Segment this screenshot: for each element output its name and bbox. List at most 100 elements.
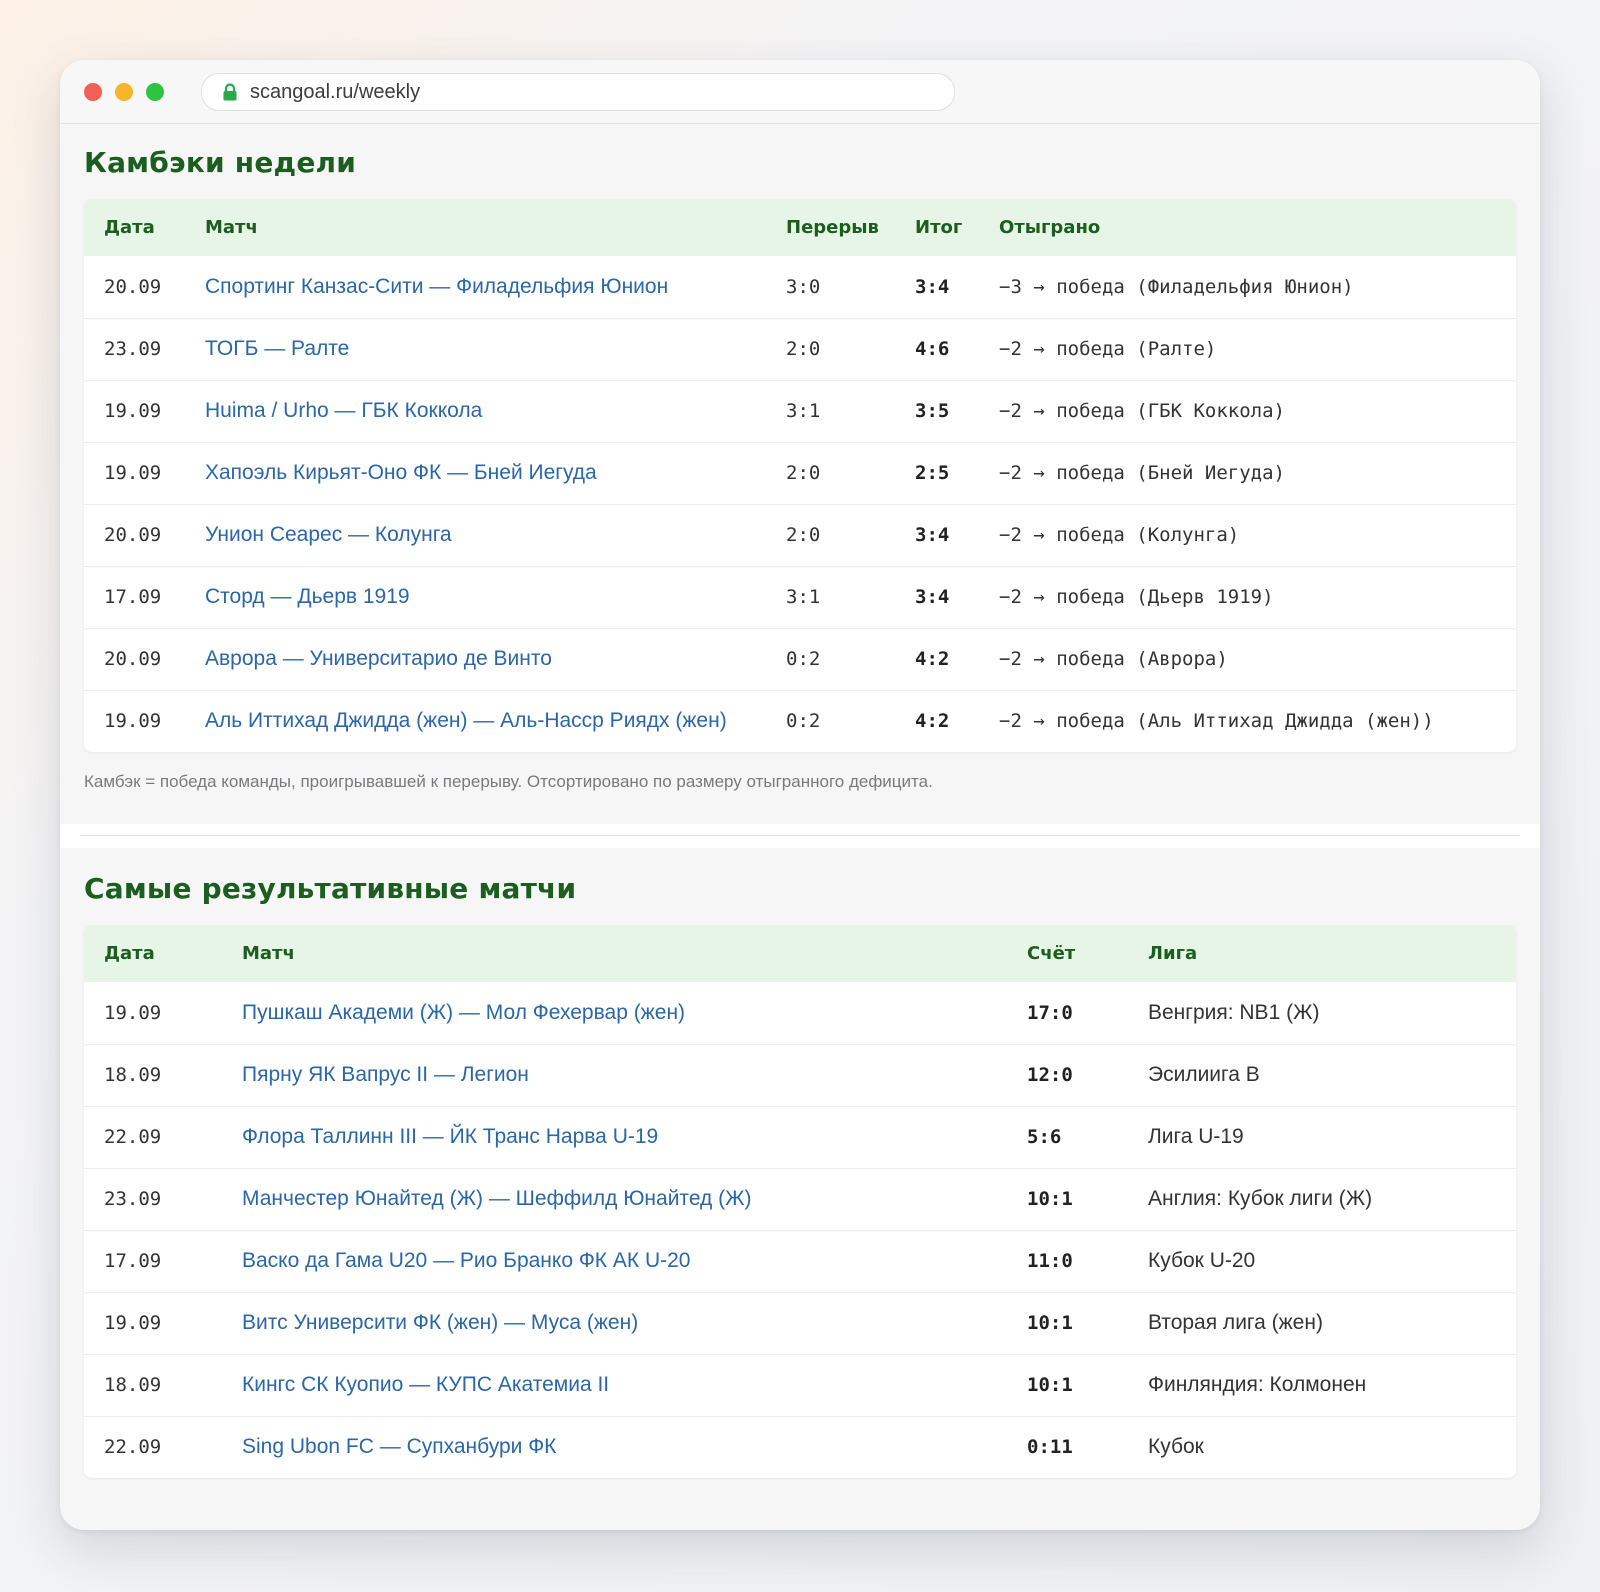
match-link[interactable]: Спортинг Канзас-Сити — Филадельфия Юнион [205, 275, 668, 298]
halftime-score: 0:2 [786, 648, 821, 670]
match-link[interactable]: Sing Ubon FC — Супханбури ФК [242, 1435, 556, 1458]
league-name: Венгрия: NB1 (Ж) [1148, 1000, 1320, 1024]
table-row: 17.09 Васко да Гама U20 — Рио Бранко ФК … [84, 1230, 1516, 1292]
table-row: 18.09 Кингс СК Куопио — КУПС Акатемиа II… [84, 1354, 1516, 1416]
comebacks-section: Камбэки недели Дата Матч Перерыв Итог От… [60, 124, 1540, 824]
final-score: 3:4 [915, 524, 950, 546]
final-score: 3:4 [915, 586, 950, 608]
match-date: 18.09 [104, 1374, 162, 1396]
comeback-summary: −3 → победа (Филадельфия Юнион) [999, 275, 1354, 298]
final-score: 2:5 [915, 462, 950, 484]
comebacks-footnote: Камбэк = победа команды, проигрывавшей к… [84, 772, 933, 791]
table-row: 17.09 Сторд — Дьерв 1919 3:1 3:4 −2 → по… [84, 566, 1516, 628]
match-link[interactable]: Аврора — Университарио де Винто [205, 647, 552, 670]
table-row: 19.09 Аль Иттихад Джидда (жен) — Аль-Нас… [84, 690, 1516, 752]
browser-window: scangoal.ru/weekly Камбэки недели Дата М… [60, 60, 1540, 1530]
match-link[interactable]: Пярну ЯК Вапрус II — Легион [242, 1063, 529, 1086]
match-link[interactable]: Витс Университи ФК (жен) — Муса (жен) [242, 1311, 638, 1334]
close-window-button[interactable] [84, 83, 102, 101]
match-score: 17:0 [1027, 1001, 1073, 1024]
league-name: Кубок [1148, 1435, 1204, 1459]
section-divider [60, 824, 1540, 848]
table-row: 22.09 Sing Ubon FC — Супханбури ФК 0:11 … [84, 1416, 1516, 1478]
match-link[interactable]: Аль Иттихад Джидда (жен) — Аль-Насср Рия… [205, 709, 727, 732]
halftime-score: 3:1 [786, 586, 821, 608]
browser-titlebar: scangoal.ru/weekly [60, 60, 1540, 124]
lock-icon [222, 83, 238, 101]
comebacks-table: Дата Матч Перерыв Итог Отыграно 20.09 Сп… [84, 199, 1516, 752]
comeback-summary: −2 → победа (ГБК Коккола) [999, 400, 1285, 422]
match-link[interactable]: Кингс СК Куопио — КУПС Акатемиа II [242, 1373, 609, 1396]
match-score: 5:6 [1027, 1126, 1062, 1148]
table-row: 19.09 Хапоэль Кирьят-Оно ФК — Бней Иегуд… [84, 442, 1516, 504]
top-scoring-table: Дата Матч Счёт Лига 19.09 Пушкаш Академи… [84, 925, 1516, 1478]
match-date: 20.09 [104, 648, 162, 670]
top-scoring-section: Самые результативные матчи Дата Матч Счё… [60, 848, 1540, 1478]
match-score: 11:0 [1027, 1250, 1073, 1272]
league-name: Эсилиига B [1148, 1063, 1260, 1086]
match-date: 22.09 [104, 1436, 162, 1459]
match-date: 20.09 [104, 524, 162, 546]
league-name: Кубок U-20 [1148, 1249, 1256, 1272]
comeback-summary: −2 → победа (Ралте) [999, 338, 1217, 360]
comeback-summary: −2 → победа (Колунга) [999, 524, 1240, 546]
match-date: 18.09 [104, 1064, 162, 1086]
maximize-window-button[interactable] [146, 83, 164, 101]
table-row: 19.09 Витс Университи ФК (жен) — Муса (ж… [84, 1292, 1516, 1354]
match-date: 17.09 [104, 586, 162, 608]
match-date: 19.09 [104, 462, 162, 484]
match-link[interactable]: Huima / Urho — ГБК Коккола [205, 399, 482, 422]
column-header: Матч [205, 217, 258, 238]
comebacks-title: Камбэки недели [84, 146, 357, 179]
table-row: 19.09 Пушкаш Академи (Ж) — Мол Фехервар … [84, 982, 1516, 1044]
match-link[interactable]: Унион Сеарес — Колунга [205, 523, 452, 546]
halftime-score: 2:0 [786, 338, 821, 360]
match-date: 19.09 [104, 1001, 162, 1024]
comebacks-header-row: Дата Матч Перерыв Итог Отыграно [84, 199, 1516, 256]
column-header: Дата [104, 943, 155, 964]
match-date: 19.09 [104, 710, 162, 733]
column-header: Дата [104, 217, 155, 238]
table-row: 20.09 Спортинг Канзас-Сити — Филадельфия… [84, 256, 1516, 318]
league-name: Англия: Кубок лиги (Ж) [1148, 1187, 1373, 1210]
match-date: 23.09 [104, 1188, 162, 1210]
address-bar[interactable]: scangoal.ru/weekly [201, 73, 955, 111]
minimize-window-button[interactable] [115, 83, 133, 101]
top-scoring-title: Самые результативные матчи [84, 872, 577, 905]
match-link[interactable]: Хапоэль Кирьят-Оно ФК — Бней Иегуда [205, 461, 597, 484]
table-row: 20.09 Унион Сеарес — Колунга 2:0 3:4 −2 … [84, 504, 1516, 566]
match-link[interactable]: Сторд — Дьерв 1919 [205, 585, 410, 608]
final-score: 4:2 [915, 710, 950, 733]
match-score: 10:1 [1027, 1188, 1073, 1210]
match-date: 22.09 [104, 1126, 162, 1148]
match-date: 17.09 [104, 1250, 162, 1272]
comeback-summary: −2 → победа (Бней Иегуда) [999, 462, 1285, 484]
match-link[interactable]: Флора Таллинн III — ЙК Транс Нарва U-19 [242, 1125, 658, 1148]
halftime-score: 2:0 [786, 462, 821, 484]
match-score: 10:1 [1027, 1312, 1073, 1334]
table-row: 23.09 ТОГБ — Ралте 2:0 4:6 −2 → победа (… [84, 318, 1516, 380]
top-scoring-table-card: Дата Матч Счёт Лига 19.09 Пушкаш Академи… [84, 925, 1516, 1478]
final-score: 4:2 [915, 648, 950, 670]
match-date: 23.09 [104, 338, 162, 360]
halftime-score: 3:0 [786, 275, 821, 298]
match-link[interactable]: ТОГБ — Ралте [205, 337, 349, 360]
league-name: Вторая лига (жен) [1148, 1311, 1323, 1334]
match-score: 10:1 [1027, 1374, 1073, 1396]
match-date: 19.09 [104, 400, 162, 422]
match-date: 19.09 [104, 1312, 162, 1334]
final-score: 3:5 [915, 400, 950, 422]
final-score: 3:4 [915, 275, 950, 298]
match-link[interactable]: Васко да Гама U20 — Рио Бранко ФК АК U-2… [242, 1249, 690, 1272]
table-row: 22.09 Флора Таллинн III — ЙК Транс Нарва… [84, 1106, 1516, 1168]
halftime-score: 2:0 [786, 524, 821, 546]
match-score: 12:0 [1027, 1064, 1073, 1086]
halftime-score: 3:1 [786, 400, 821, 422]
column-header: Матч [242, 943, 295, 964]
match-link[interactable]: Манчестер Юнайтед (Ж) — Шеффилд Юнайтед … [242, 1187, 752, 1210]
column-header: Перерыв [786, 217, 879, 238]
column-header: Итог [915, 217, 963, 238]
match-date: 20.09 [104, 275, 162, 298]
table-row: 23.09 Манчестер Юнайтед (Ж) — Шеффилд Юн… [84, 1168, 1516, 1230]
match-link[interactable]: Пушкаш Академи (Ж) — Мол Фехервар (жен) [242, 1001, 685, 1024]
